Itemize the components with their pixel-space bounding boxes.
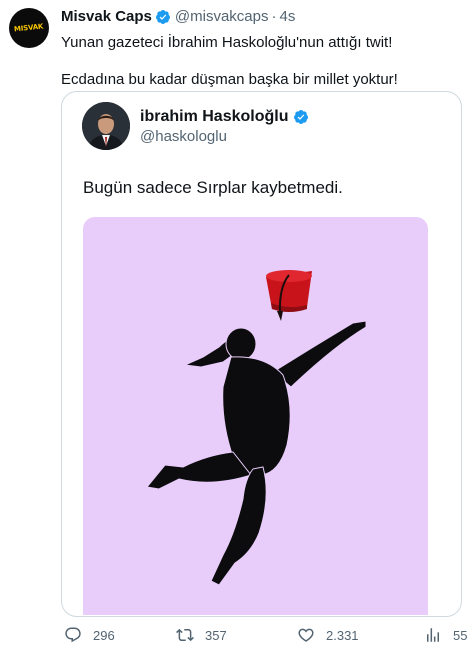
reply-icon <box>65 627 81 643</box>
retweet-count: 357 <box>205 627 227 643</box>
tweet-actions-bar: 296 357 2.331 55 <box>64 626 468 646</box>
reply-action[interactable]: 296 <box>64 626 115 644</box>
author-handle[interactable]: @misvakcaps <box>175 8 269 25</box>
quoted-author-name[interactable]: ibrahim Haskoloğlu <box>140 108 288 126</box>
views-chart-icon <box>427 628 439 642</box>
tweet-text-line-1: Yunan gazeteci İbrahim Haskoloğlu'nun at… <box>61 34 393 51</box>
separator-dot: · <box>271 8 277 25</box>
verified-badge-icon <box>155 9 170 24</box>
player-silhouette <box>146 320 367 586</box>
heart-icon <box>298 628 314 642</box>
quoted-author-handle[interactable]: @haskologlu <box>140 128 227 145</box>
quoted-author-avatar[interactable] <box>82 102 130 150</box>
like-count: 2.331 <box>326 627 359 643</box>
views-count: 55 <box>453 627 468 643</box>
avatar-logo: MISVAK <box>14 22 44 34</box>
tweet-header: Misvak Caps @misvakcaps · 4s <box>61 8 295 25</box>
tweet-text-line-2: Ecdadına bu kadar düşman başka bir mille… <box>61 71 398 88</box>
fez-hat-icon <box>266 270 312 321</box>
quoted-tweet-card[interactable]: ibrahim Haskoloğlu @haskologlu Bugün sad… <box>61 91 462 617</box>
views-action[interactable]: 55 <box>424 626 467 644</box>
retweet-action[interactable]: 357 <box>176 626 227 644</box>
tweet-text: Yunan gazeteci İbrahim Haskoloğlu'nun at… <box>61 33 456 89</box>
person-photo-icon <box>82 102 130 150</box>
quoted-author-name-row: ibrahim Haskoloğlu <box>140 108 309 126</box>
like-action[interactable]: 2.331 <box>297 626 359 644</box>
tweet-time[interactable]: 4s <box>279 8 295 25</box>
volleyball-player-illustration <box>146 270 367 586</box>
author-name[interactable]: Misvak Caps <box>61 8 152 25</box>
quoted-tweet-image[interactable] <box>83 217 428 615</box>
quoted-tweet-text: Bugün sadece Sırplar kaybetmedi. <box>83 178 343 197</box>
author-avatar[interactable]: MISVAK <box>9 8 49 48</box>
retweet-icon <box>176 628 194 642</box>
reply-count: 296 <box>93 627 115 643</box>
verified-badge-icon <box>294 110 309 124</box>
